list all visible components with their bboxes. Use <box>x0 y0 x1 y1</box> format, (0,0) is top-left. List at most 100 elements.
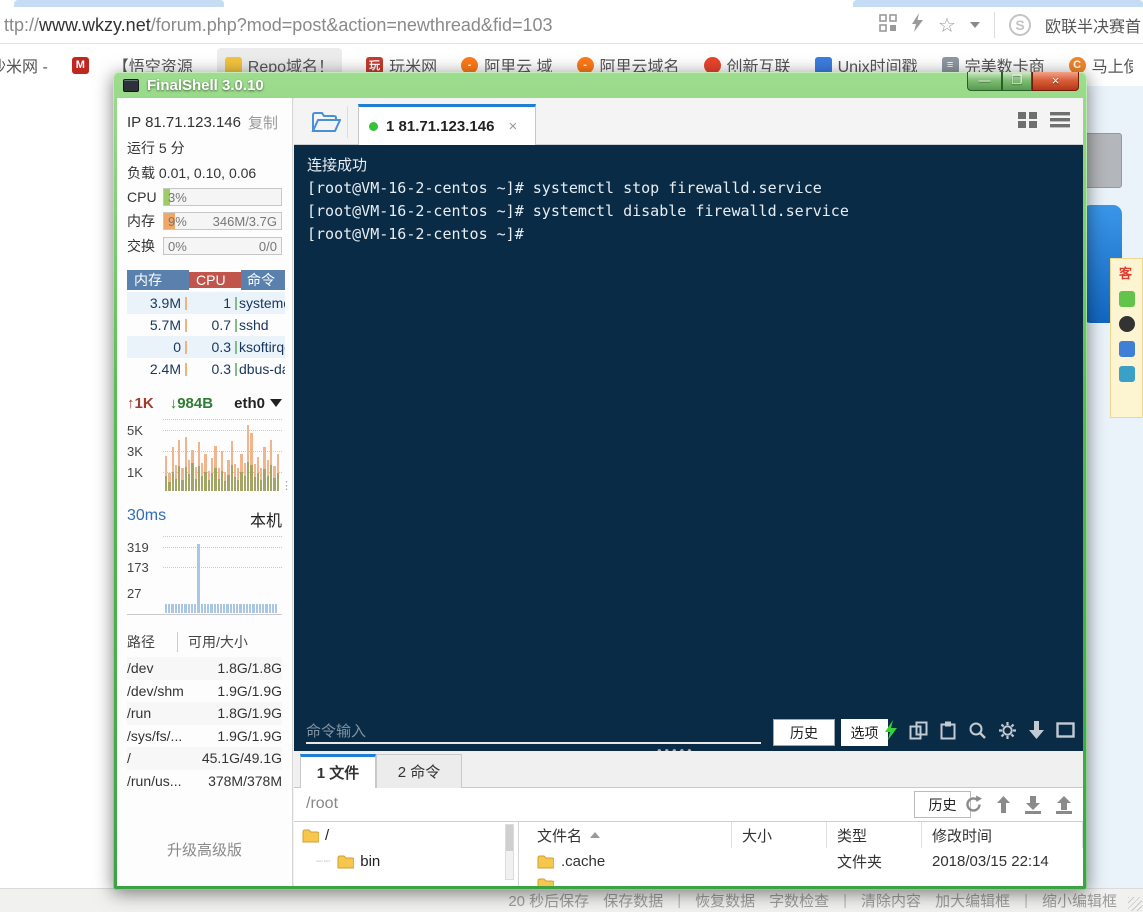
file-toolbar-icons <box>964 795 1073 819</box>
history-button[interactable]: 历史 <box>773 719 835 746</box>
session-tab[interactable]: 1 81.71.123.146 × <box>358 104 536 145</box>
interface-name: eth0 <box>234 395 265 412</box>
cpu-label: CPU <box>127 189 163 205</box>
session-tab-label: 1 81.71.123.146 <box>386 118 494 135</box>
bookmark-favicon <box>815 57 832 74</box>
upgrade-link[interactable]: 升级高级版 <box>117 839 292 860</box>
window-title: FinalShell 3.0.10 <box>147 77 264 94</box>
disk-path: /run <box>127 705 151 721</box>
browser-tab-strip-right[interactable] <box>853 0 1143 7</box>
lightning-icon[interactable] <box>911 13 924 37</box>
command-input[interactable] <box>306 720 761 744</box>
url-text[interactable]: ttp://www.wkzy.net/forum.php?mod=post&ac… <box>0 15 553 36</box>
column-type[interactable]: 类型 <box>827 822 922 848</box>
copy-icon[interactable] <box>909 721 928 745</box>
restore-data-link[interactable]: 恢复数据 <box>695 890 755 911</box>
interface-selector[interactable]: eth0 <box>234 393 282 413</box>
path-history-button[interactable]: 历史 <box>914 791 971 818</box>
disk-header-size[interactable]: 可用/大小 <box>177 632 248 652</box>
file-row[interactable]: .cache 文件夹 2018/03/15 22:14 <box>527 848 1083 875</box>
browser-toolbar-text[interactable]: 欧联半决赛首 <box>1045 13 1141 37</box>
open-connection-button[interactable] <box>304 106 348 138</box>
chart-bar <box>272 537 274 613</box>
android-icon[interactable] <box>1119 291 1135 307</box>
chart-bar <box>201 537 203 613</box>
process-header-cmd[interactable]: 命令 <box>241 270 285 290</box>
download-arrow-icon[interactable] <box>1028 721 1045 745</box>
browser-tab-strip-left[interactable] <box>14 0 224 7</box>
parent-folder-icon[interactable] <box>996 796 1011 819</box>
terminal-output[interactable]: 连接成功 [root@VM-16-2-centos ~]# systemctl … <box>294 145 1083 715</box>
window-titlebar[interactable]: FinalShell 3.0.10 — ❐ × <box>113 72 1087 98</box>
swap-label: 交换 <box>127 236 163 256</box>
chart-bar <box>214 537 216 613</box>
gear-icon[interactable] <box>998 721 1017 745</box>
process-row[interactable]: 3.9M1systemd <box>127 292 285 314</box>
s-logo-icon[interactable]: S <box>1009 14 1031 36</box>
tree-item-root[interactable]: / <box>302 827 329 844</box>
resize-grip[interactable] <box>1128 897 1142 911</box>
url-path: /forum.php?mod=post&action=newthread&fid… <box>151 15 553 35</box>
chart-bar <box>277 423 279 491</box>
copy-ip-link[interactable]: 复制 <box>248 112 282 133</box>
disk-row: /dev1.8G/1.8G <box>127 657 282 680</box>
save-data-link[interactable]: 保存数据 <box>603 890 663 911</box>
options-button[interactable]: 选项 <box>841 719 888 746</box>
process-row[interactable]: 00.3ksoftirqd/ <box>127 336 285 358</box>
current-path[interactable]: /root <box>306 795 338 813</box>
maximize-button[interactable]: ❐ <box>1002 72 1032 91</box>
shrink-editor-link[interactable]: 缩小编辑框 <box>1042 890 1117 911</box>
folder-icon <box>537 878 554 886</box>
grid-view-icon[interactable] <box>1017 111 1037 133</box>
column-size[interactable]: 大小 <box>732 822 827 848</box>
browser-address-bar[interactable]: ttp://www.wkzy.net/forum.php?mod=post&ac… <box>0 7 1143 43</box>
ping-tick-27: 27 <box>127 586 141 601</box>
minimize-button[interactable]: — <box>967 72 1002 91</box>
process-table: 内存 CPU 命令 3.9M1systemd 5.7M0.7sshd 00.3k… <box>127 267 285 380</box>
refresh-icon[interactable] <box>964 795 983 819</box>
column-modified[interactable]: 修改时间 <box>922 822 1083 848</box>
sidebar-resize-handle[interactable]: ⋮ <box>281 484 292 489</box>
lightning-icon[interactable] <box>884 720 898 745</box>
process-row[interactable]: 2.4M0.3dbus-dae <box>127 358 285 380</box>
tree-item-bin[interactable]: ┈┈ bin <box>316 853 380 870</box>
qr-code-icon[interactable] <box>879 14 897 37</box>
download-icon[interactable] <box>1024 795 1042 819</box>
word-count-link[interactable]: 字数检查 <box>769 890 829 911</box>
bookmark-item[interactable]: M <box>72 57 89 74</box>
disk-value: 378M/378M <box>208 773 282 789</box>
bookmark-star-icon[interactable]: ☆ <box>938 13 956 38</box>
disk-header-path[interactable]: 路径 <box>127 632 155 652</box>
paste-icon[interactable] <box>939 721 957 745</box>
tab-commands[interactable]: 2 命令 <box>376 754 462 789</box>
tab-close-icon[interactable]: × <box>508 118 517 135</box>
process-header-cpu[interactable]: CPU <box>189 272 241 288</box>
bookmark-item[interactable]: 沙米网 - <box>0 53 48 77</box>
close-button[interactable]: × <box>1032 72 1079 91</box>
monitor-icon[interactable] <box>1119 341 1135 357</box>
tab-files[interactable]: 1 文件 <box>300 754 376 789</box>
chart-bar <box>188 423 190 491</box>
folder-icon <box>537 855 554 869</box>
enlarge-editor-link[interactable]: 加大编辑框 <box>935 890 1010 911</box>
qq-penguin-icon[interactable] <box>1119 316 1135 332</box>
process-header-mem[interactable]: 内存 <box>127 270 189 290</box>
upload-icon[interactable] <box>1055 795 1073 819</box>
chart-bar <box>226 537 228 613</box>
column-filename[interactable]: 文件名 <box>527 822 732 848</box>
tree-scrollbar[interactable] <box>505 824 514 880</box>
clear-content-link[interactable]: 清除内容 <box>861 890 921 911</box>
chart-bar <box>168 423 170 491</box>
cpu-tick <box>235 319 237 332</box>
window-mode-icon[interactable] <box>1056 722 1075 743</box>
process-row[interactable]: 5.7M0.7sshd <box>127 314 285 336</box>
scrollbar-thumb[interactable] <box>506 825 513 851</box>
list-view-icon[interactable] <box>1049 111 1071 133</box>
chevron-down-icon <box>270 399 282 413</box>
search-icon[interactable] <box>968 721 987 745</box>
chart-bar <box>181 423 183 491</box>
window-controls: — ❐ × <box>967 72 1079 91</box>
disk-icon[interactable] <box>1119 366 1135 382</box>
chevron-down-icon[interactable] <box>970 22 980 33</box>
file-modified: 2018/03/15 22:14 <box>922 853 1083 870</box>
